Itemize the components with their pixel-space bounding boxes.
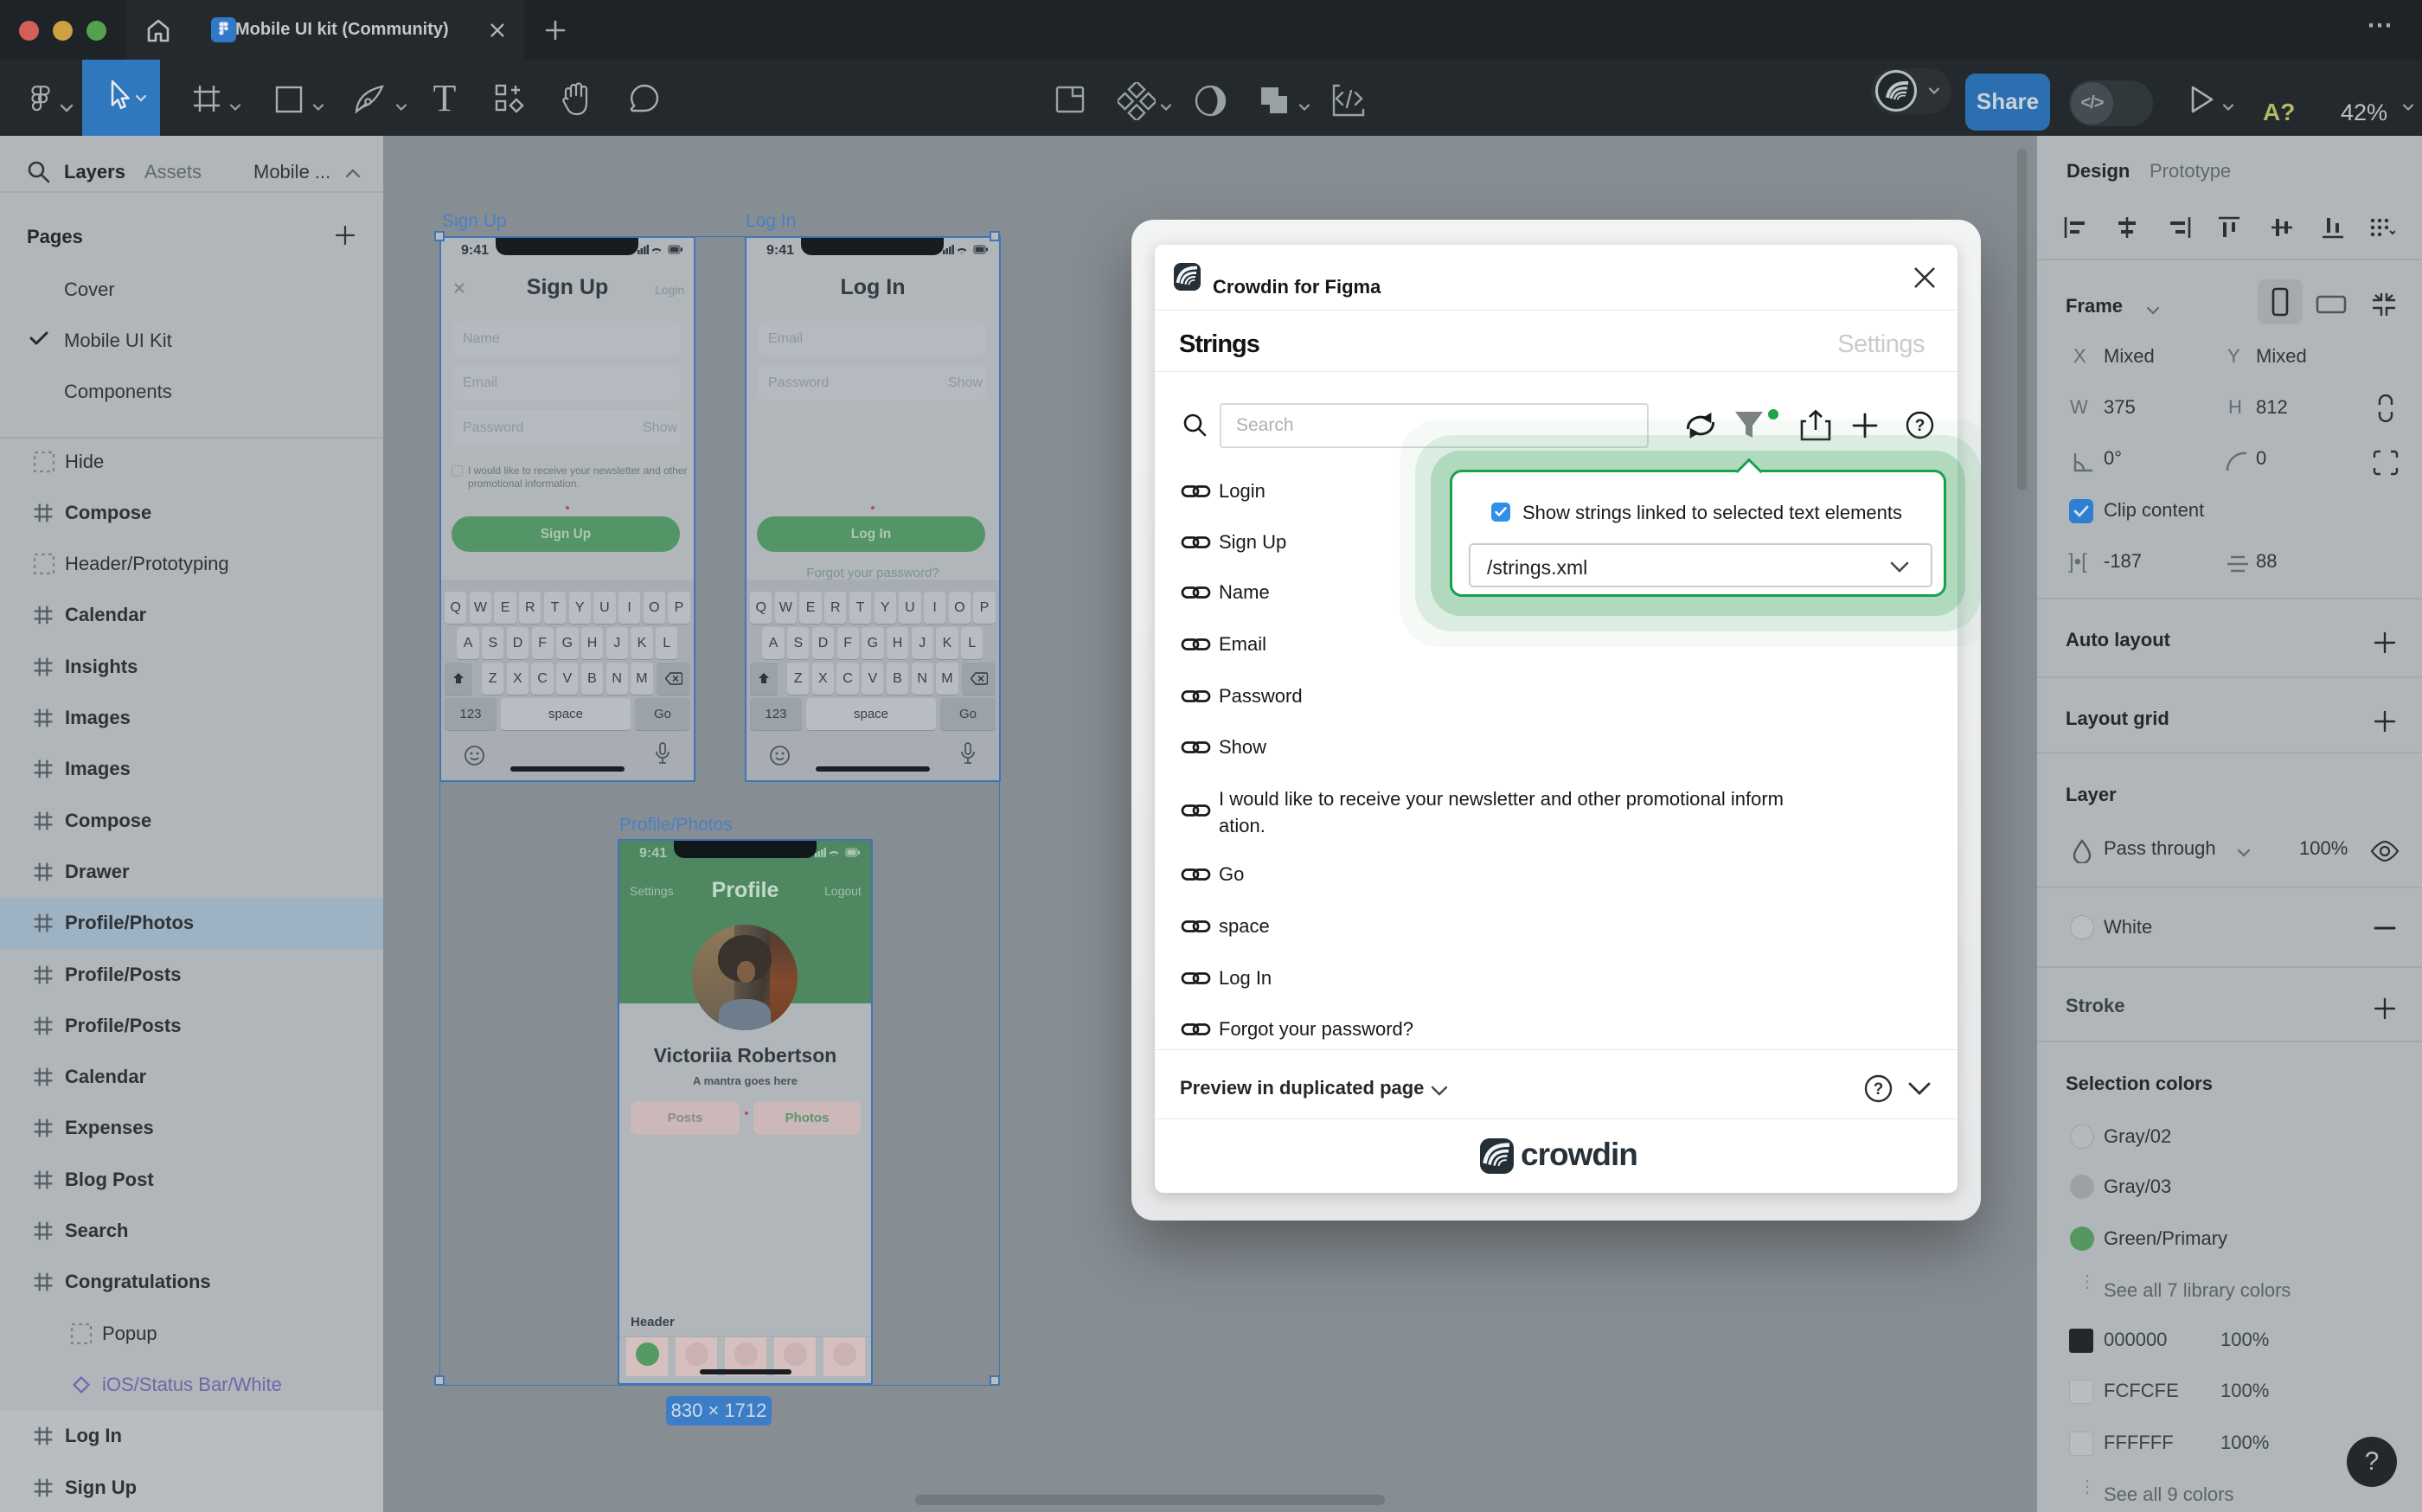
svg-text:?: ? <box>1915 417 1925 435</box>
svg-text:?: ? <box>1874 1080 1884 1099</box>
